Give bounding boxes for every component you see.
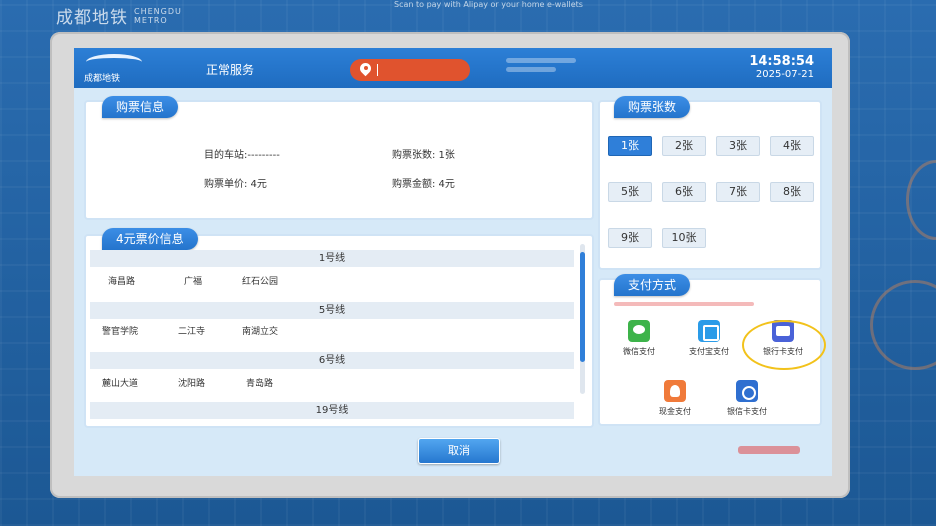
- qty-option-5[interactable]: 5张: [608, 182, 652, 202]
- line-header: 6号线: [90, 352, 574, 369]
- fare-list-scrollbar[interactable]: [580, 244, 585, 394]
- union-card-icon: [736, 380, 758, 402]
- station-item[interactable]: 警官学院: [102, 324, 138, 337]
- pay-label: 现金支付: [659, 407, 691, 416]
- fare-info-title: 4元票价信息: [102, 228, 198, 250]
- qty-option-3[interactable]: 3张: [716, 136, 760, 156]
- destination-info: 目的车站:---------: [204, 150, 280, 161]
- station-item[interactable]: 沈阳路: [178, 376, 205, 389]
- clock-date: 2025-07-21: [755, 69, 814, 80]
- logo-swoosh-icon: [86, 54, 142, 70]
- outer-brand-en: CHENGDU METRO: [134, 6, 182, 25]
- station-item[interactable]: 海昌路: [108, 274, 135, 287]
- line-header: 19号线: [90, 402, 574, 419]
- line-header: 1号线: [90, 250, 574, 267]
- kiosk-screen: 成都地铁 正常服务 14:58:54 2025-07-21 购票信息 目的车站:…: [74, 48, 832, 476]
- pay-label: 支付宝支付: [689, 347, 729, 356]
- wechat-icon: [628, 320, 650, 342]
- footer-note: [738, 446, 800, 454]
- service-status: 正常服务: [206, 63, 255, 77]
- pay-union-card[interactable]: 银信卡支付: [712, 374, 782, 424]
- blurred-device-info: [506, 58, 576, 80]
- pay-label: 微信支付: [623, 347, 655, 356]
- qty-option-6[interactable]: 6张: [662, 182, 706, 202]
- payment-title: 支付方式: [614, 274, 691, 296]
- metro-logo: 成都地铁: [84, 54, 152, 84]
- alipay-icon: [698, 320, 720, 342]
- clock-time: 14:58:54: [749, 54, 814, 69]
- station-item[interactable]: 广福: [184, 274, 202, 287]
- payment-note: [614, 302, 754, 306]
- outer-brand-cn: 成都地铁: [56, 8, 128, 28]
- pay-cash[interactable]: 现金支付: [640, 374, 710, 424]
- purchase-info-title: 购票信息: [102, 96, 179, 118]
- outer-brand: 成都地铁 CHENGDU METRO: [56, 3, 182, 29]
- pay-wechat[interactable]: 微信支付: [604, 314, 674, 364]
- quantity-info: 购票张数: 1张: [392, 150, 455, 161]
- station-item[interactable]: 青岛路: [246, 376, 273, 389]
- purchase-info-panel: [84, 100, 594, 220]
- line-header: 5号线: [90, 302, 574, 319]
- scrollbar-thumb[interactable]: [580, 252, 585, 362]
- cancel-button[interactable]: 取消: [418, 438, 500, 464]
- pill-divider: [377, 64, 378, 76]
- station-item[interactable]: 麓山大道: [102, 376, 138, 389]
- qty-option-9[interactable]: 9张: [608, 228, 652, 248]
- clock: 14:58:54 2025-07-21: [749, 54, 814, 81]
- pay-label: 银信卡支付: [727, 407, 767, 416]
- qty-option-7[interactable]: 7张: [716, 182, 760, 202]
- highlight-ring: [742, 320, 826, 370]
- pay-alipay[interactable]: 支付宝支付: [674, 314, 744, 364]
- header-bar: 成都地铁 正常服务 14:58:54 2025-07-21: [74, 48, 832, 88]
- cash-icon: [664, 380, 686, 402]
- qty-option-1[interactable]: 1张: [608, 136, 652, 156]
- qty-option-10[interactable]: 10张: [662, 228, 706, 248]
- station-item[interactable]: 红石公园: [242, 274, 278, 287]
- quantity-title: 购票张数: [614, 96, 691, 118]
- station-item[interactable]: 二江寺: [178, 324, 205, 337]
- qty-option-4[interactable]: 4张: [770, 136, 814, 156]
- station-item[interactable]: 南湖立交: [242, 324, 278, 337]
- current-station-pill: [350, 59, 470, 81]
- qty-option-8[interactable]: 8张: [770, 182, 814, 202]
- scan-hint: Scan to pay with Alipay or your home e-w…: [394, 0, 583, 9]
- logo-text: 成都地铁: [84, 74, 121, 84]
- location-pin-icon: [360, 63, 371, 77]
- total-info: 购票金额: 4元: [392, 179, 455, 190]
- qty-option-2[interactable]: 2张: [662, 136, 706, 156]
- unit-price-info: 购票单价: 4元: [204, 179, 267, 190]
